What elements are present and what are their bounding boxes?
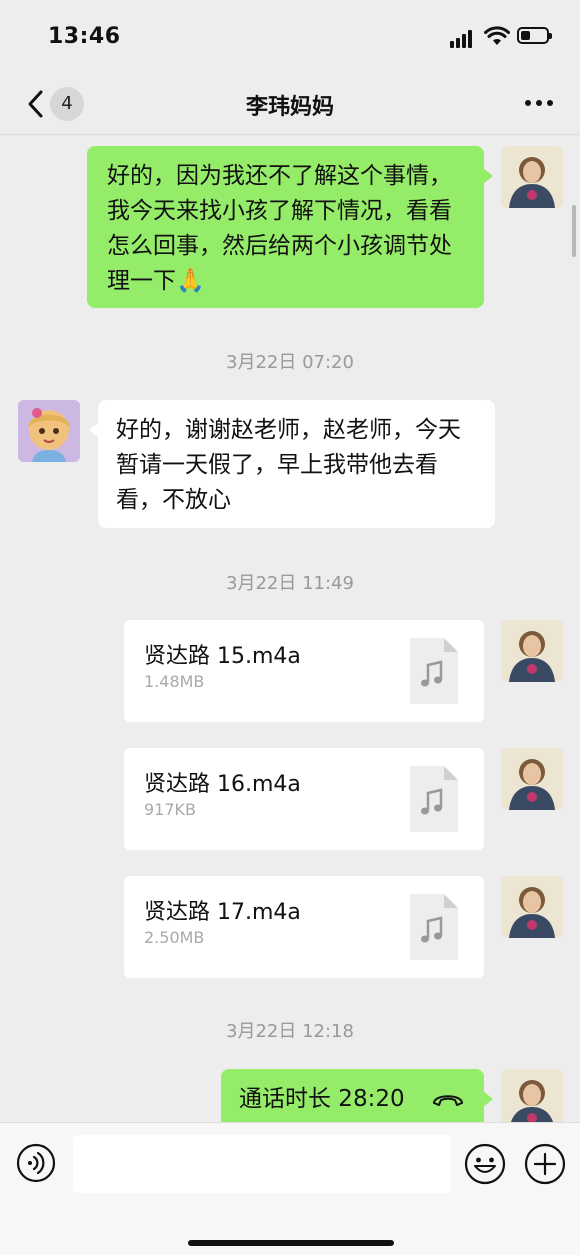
status-time: 13:46: [48, 24, 121, 49]
call-message[interactable]: 通话时长 28:20: [221, 1069, 493, 1122]
more-dots-icon[interactable]: [522, 100, 556, 108]
file-name: 贤达路 16.m4a: [144, 772, 301, 797]
avatar-self[interactable]: [501, 748, 563, 810]
unread-count-badge[interactable]: 4: [50, 87, 84, 121]
file-message[interactable]: 贤达路 15.m4a 1.48MB: [124, 620, 484, 722]
avatar-contact[interactable]: [18, 400, 80, 462]
avatar-self[interactable]: [501, 146, 563, 208]
file-message[interactable]: 贤达路 17.m4a 2.50MB: [124, 876, 484, 978]
file-size: 1.48MB: [144, 672, 205, 691]
audio-file-icon: [410, 766, 458, 832]
timestamp: 3月22日 07:20: [226, 352, 354, 373]
avatar-self[interactable]: [501, 1069, 563, 1122]
file-size: 2.50MB: [144, 928, 205, 947]
message-text: 好的，谢谢赵老师，赵老师，今天暂请一天假了，早上我带他去看看，不放心: [116, 417, 461, 513]
message-bubble-sent[interactable]: 好的，因为我还不了解这个事情，我今天来找小孩了解下情况，看看怎么回事，然后给两个…: [87, 146, 493, 308]
message-list[interactable]: 好的，因为我还不了解这个事情，我今天来找小孩了解下情况，看看怎么回事，然后给两个…: [0, 136, 580, 1122]
home-indicator[interactable]: [188, 1240, 394, 1246]
chevron-left-icon[interactable]: [24, 88, 48, 120]
file-size: 917KB: [144, 800, 197, 819]
emoji-icon[interactable]: [464, 1143, 506, 1185]
file-message[interactable]: 贤达路 16.m4a 917KB: [124, 748, 484, 850]
scrollbar[interactable]: [572, 205, 576, 257]
plus-icon[interactable]: [524, 1143, 566, 1185]
cellular-signal-icon: [450, 30, 476, 48]
audio-file-icon: [410, 894, 458, 960]
timestamp: 3月22日 11:49: [226, 573, 354, 594]
audio-file-icon: [410, 638, 458, 704]
battery-icon: [517, 27, 552, 44]
chat-header: 4 李玮妈妈: [0, 75, 580, 135]
status-bar: 13:46: [0, 0, 580, 75]
wifi-icon: [484, 26, 510, 45]
avatar-self[interactable]: [501, 620, 563, 682]
phone-hangup-icon: [433, 1095, 463, 1106]
message-bubble-received[interactable]: 好的，谢谢赵老师，赵老师，今天暂请一天假了，早上我带他去看看，不放心: [89, 400, 495, 528]
file-name: 贤达路 15.m4a: [144, 644, 301, 669]
chat-title: 李玮妈妈: [245, 95, 334, 120]
timestamp: 3月22日 12:18: [226, 1021, 354, 1042]
praying-hands-emoji: 🙏: [176, 268, 205, 294]
avatar-self[interactable]: [501, 876, 563, 938]
file-name: 贤达路 17.m4a: [144, 900, 301, 925]
message-input[interactable]: [73, 1135, 451, 1193]
voice-input-icon[interactable]: [16, 1143, 56, 1183]
message-text: 好的，因为我还不了解这个事情，我今天来找小孩了解下情况，看看怎么回事，然后给两个…: [107, 163, 452, 294]
input-bar: [0, 1122, 580, 1255]
call-duration-text: 通话时长 28:20: [239, 1086, 405, 1112]
